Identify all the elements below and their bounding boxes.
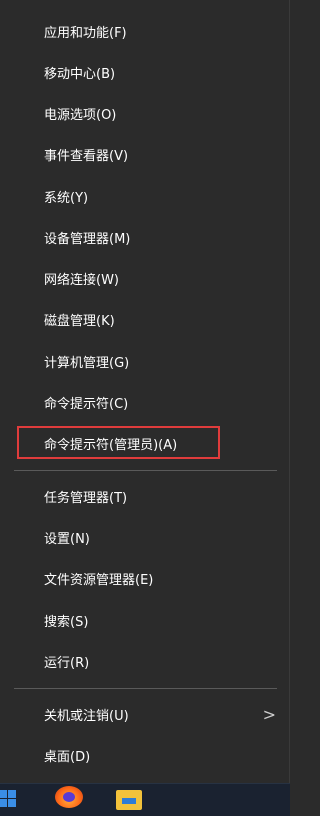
windows-start-icon[interactable] (0, 790, 16, 808)
menu-item-label: 任务管理器(T) (44, 491, 128, 506)
menu-item-file-explorer[interactable]: 文件资源管理器(E) (0, 558, 290, 599)
menu-item-system[interactable]: 系统(Y) (0, 176, 290, 217)
menu-item-label: 桌面(D) (44, 750, 91, 765)
menu-item-device-manager[interactable]: 设备管理器(M) (0, 217, 290, 258)
menu-item-label: 运行(R) (44, 656, 90, 671)
menu-item-run[interactable]: 运行(R) (0, 641, 290, 682)
menu-item-label: 文件资源管理器(E) (44, 573, 154, 588)
menu-separator (14, 688, 277, 689)
menu-item-settings[interactable]: 设置(N) (0, 517, 290, 558)
menu-item-label: 命令提示符(C) (44, 397, 129, 412)
menu-item-label: 设备管理器(M) (44, 232, 131, 247)
menu-separator (14, 470, 277, 471)
menu-item-command-prompt[interactable]: 命令提示符(C) (0, 382, 290, 423)
menu-item-label: 系统(Y) (44, 191, 89, 206)
file-explorer-icon[interactable] (116, 790, 142, 810)
menu-item-label: 设置(N) (44, 532, 90, 547)
menu-item-label: 磁盘管理(K) (44, 314, 115, 329)
menu-item-search[interactable]: 搜索(S) (0, 600, 290, 641)
menu-item-label: 计算机管理(G) (44, 356, 130, 371)
menu-item-label: 网络连接(W) (44, 273, 119, 288)
menu-item-label: 移动中心(B) (44, 67, 116, 82)
highlight-box (17, 426, 220, 459)
menu-item-label: 应用和功能(F) (44, 26, 127, 41)
taskbar (0, 783, 290, 816)
menu-item-apps-features[interactable]: 应用和功能(F) (0, 11, 290, 52)
menu-item-computer-management[interactable]: 计算机管理(G) (0, 341, 290, 382)
winx-context-menu: 应用和功能(F) 移动中心(B) 电源选项(O) 事件查看器(V) 系统(Y) … (0, 0, 290, 783)
chevron-right-icon: > (262, 705, 276, 724)
menu-item-event-viewer[interactable]: 事件查看器(V) (0, 134, 290, 175)
menu-item-label: 关机或注销(U) (44, 709, 129, 724)
menu-item-label: 事件查看器(V) (44, 149, 129, 164)
menu-item-label: 搜索(S) (44, 615, 89, 630)
menu-item-power-options[interactable]: 电源选项(O) (0, 93, 290, 134)
menu-item-disk-management[interactable]: 磁盘管理(K) (0, 299, 290, 340)
menu-item-mobility-center[interactable]: 移动中心(B) (0, 52, 290, 93)
firefox-icon[interactable] (55, 786, 83, 808)
menu-item-task-manager[interactable]: 任务管理器(T) (0, 476, 290, 517)
menu-item-network-connections[interactable]: 网络连接(W) (0, 258, 290, 299)
menu-item-desktop[interactable]: 桌面(D) (0, 735, 290, 776)
menu-item-label: 电源选项(O) (44, 108, 117, 123)
menu-item-shutdown-signout[interactable]: 关机或注销(U) > (0, 694, 290, 735)
